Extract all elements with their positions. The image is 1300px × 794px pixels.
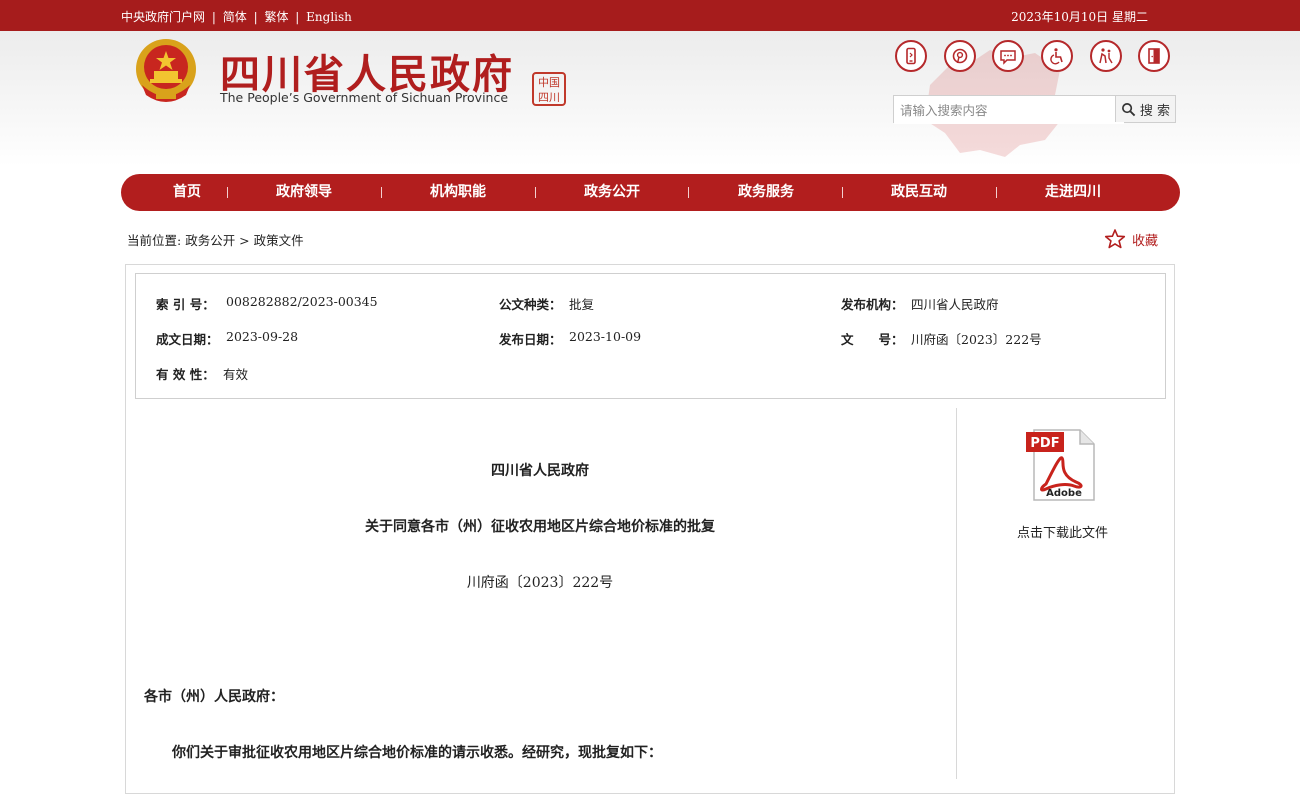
search-icon [1121, 102, 1136, 116]
meta-publish-label: 发布日期： [499, 332, 562, 347]
meta-docno-label: 文 号： [841, 332, 904, 347]
wechat-icon[interactable] [992, 40, 1024, 72]
meta-type-label: 公文种类： [499, 297, 562, 312]
search-input[interactable] [894, 96, 1124, 124]
meta-type: 公文种类： 批复 [499, 294, 594, 313]
top-link-separator: | [211, 10, 216, 24]
meta-index-label: 索 引 号： [156, 297, 215, 312]
link-central-gov[interactable]: 中央政府门户网 [121, 10, 205, 24]
meta-index: 索 引 号： 008282882/2023-00345 [156, 294, 378, 313]
star-icon [1104, 229, 1126, 249]
nav-item-services[interactable]: 政务服务 [738, 174, 794, 211]
meta-type-value: 批复 [569, 297, 595, 312]
meta-index-value: 008282882/2023-00345 [226, 294, 378, 309]
document-metadata: 索 引 号： 008282882/2023-00345 公文种类： 批复 发布机… [135, 273, 1166, 399]
nav-separator [688, 187, 689, 198]
search-button-label: 搜 索 [1139, 103, 1171, 119]
link-simplified[interactable]: 简体 [223, 10, 247, 24]
nav-separator [535, 187, 536, 198]
meta-validity-value: 有效 [223, 367, 249, 382]
meta-issuer: 发布机构： 四川省人民政府 [841, 294, 999, 313]
breadcrumb-prefix: 当前位置: [127, 233, 182, 248]
pdf-label: PDF [1030, 436, 1059, 451]
document-title: 关于同意各市（州）征收农用地区片综合地价标准的批复 [365, 519, 715, 535]
weibo-icon[interactable] [944, 40, 976, 72]
top-link-separator: | [253, 10, 258, 24]
site-subtitle: The People’s Government of Sichuan Provi… [220, 90, 509, 105]
breadcrumb: 当前位置: 政务公开 > 政策文件 [127, 230, 304, 249]
document-paragraph: 你们关于审批征收农用地区片综合地价标准的请示收悉。经研究，现批复如下： [172, 745, 662, 761]
document-number: 川府函〔2023〕222号 [466, 575, 614, 591]
adobe-label: Adobe [1046, 488, 1082, 499]
link-english[interactable]: English [306, 10, 352, 24]
favorite-label: 收藏 [1132, 233, 1159, 249]
nav-item-functions[interactable]: 机构职能 [430, 174, 486, 211]
main-nav: 首页 政府领导 机构职能 政务公开 政务服务 政民互动 走进四川 [121, 174, 1180, 211]
breadcrumb-path[interactable]: 政务公开 > 政策文件 [185, 233, 303, 248]
link-traditional[interactable]: 繁体 [264, 10, 288, 24]
elder-care-icon[interactable] [1090, 40, 1122, 72]
meta-publish-date: 发布日期： 2023-10-09 [499, 329, 641, 348]
nav-item-home[interactable]: 首页 [173, 174, 201, 211]
meta-validity: 有 效 性： 有效 [156, 364, 248, 383]
meta-publish-value: 2023-10-09 [569, 329, 642, 344]
nav-separator [842, 187, 843, 198]
nav-separator [227, 187, 228, 198]
meta-docno-value: 川府函〔2023〕222号 [911, 332, 1042, 347]
nav-separator [381, 187, 382, 198]
meta-written-label: 成文日期： [156, 332, 219, 347]
national-emblem-icon[interactable] [130, 35, 202, 107]
favorite-button[interactable]: 收藏 [1104, 228, 1158, 250]
document-issuer: 四川省人民政府 [491, 463, 589, 479]
seal-logo: 中国四川 [532, 72, 566, 106]
search-box: 搜 索 [893, 95, 1176, 124]
document-salutation: 各市（州）人民政府： [144, 689, 284, 705]
nav-separator [996, 187, 997, 198]
top-links: 中央政府门户网 | 简体 | 繁体 | English [121, 8, 352, 25]
top-bar: 中央政府门户网 | 简体 | 繁体 | English 2023年10月10日 … [0, 0, 1300, 31]
meta-written-value: 2023-09-28 [226, 329, 299, 344]
current-date: 2023年10月10日 星期二 [1011, 10, 1148, 24]
pdf-file-icon[interactable]: PDF Adobe [1024, 428, 1098, 502]
meta-written-date: 成文日期： 2023-09-28 [156, 329, 298, 348]
meta-document-number: 文 号： 川府函〔2023〕222号 [841, 329, 1042, 348]
nav-item-interaction[interactable]: 政民互动 [891, 174, 947, 211]
meta-issuer-value: 四川省人民政府 [911, 297, 999, 312]
top-link-separator: | [295, 10, 300, 24]
nav-item-open-government[interactable]: 政务公开 [584, 174, 640, 211]
nav-item-about-sichuan[interactable]: 走进四川 [1045, 174, 1101, 211]
meta-issuer-label: 发布机构： [841, 297, 904, 312]
search-button[interactable]: 搜 索 [1115, 96, 1175, 122]
meta-validity-label: 有 效 性： [156, 367, 215, 382]
accessibility-icon[interactable] [1041, 40, 1073, 72]
mobile-icon[interactable] [895, 40, 927, 72]
exit-icon[interactable] [1138, 40, 1170, 72]
download-file-link[interactable]: 点击下载此文件 [1017, 522, 1108, 541]
nav-item-leaders[interactable]: 政府领导 [276, 174, 332, 211]
